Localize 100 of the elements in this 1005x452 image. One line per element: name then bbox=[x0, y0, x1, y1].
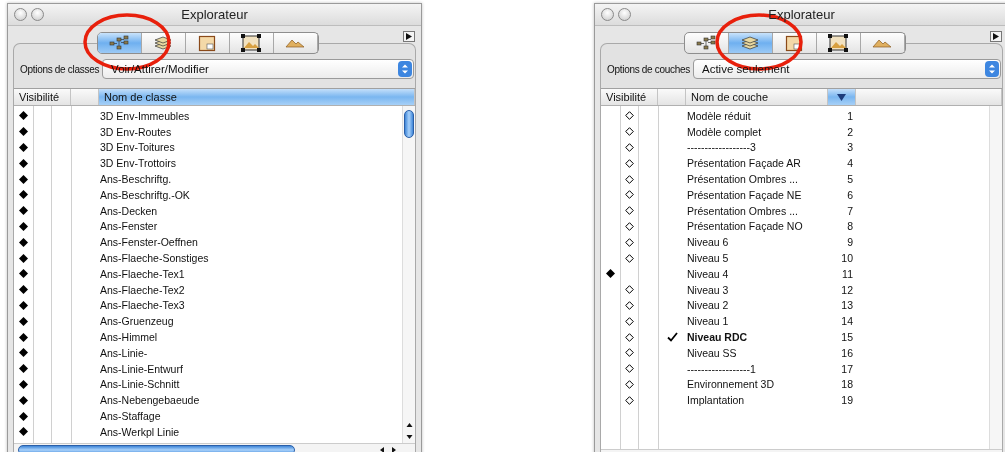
diamond-outline-icon[interactable] bbox=[624, 364, 634, 374]
row-number: 13 bbox=[841, 299, 853, 312]
row-name[interactable]: Niveau 3 bbox=[687, 283, 729, 296]
row-name[interactable]: Ans-Flaeche-Sonstiges bbox=[100, 252, 209, 265]
row-name[interactable]: Modèle complet bbox=[687, 125, 762, 138]
diamond-icon[interactable] bbox=[19, 379, 28, 389]
scrollbar-thumb[interactable] bbox=[404, 110, 414, 138]
diamond-icon[interactable] bbox=[19, 348, 28, 358]
stepper-icon bbox=[985, 61, 999, 77]
row-name[interactable]: Niveau 2 bbox=[687, 299, 729, 312]
diamond-outline-icon[interactable] bbox=[624, 237, 634, 247]
minimize-button[interactable] bbox=[31, 8, 44, 21]
diamond-outline-icon[interactable] bbox=[624, 348, 634, 358]
row-name[interactable]: ------------------1 bbox=[687, 362, 756, 375]
diamond-outline-icon[interactable] bbox=[624, 332, 634, 342]
row-name[interactable]: Niveau 6 bbox=[687, 236, 729, 249]
row-name[interactable]: Présentation Ombres ... bbox=[687, 173, 798, 186]
row-name[interactable]: Modèle réduit bbox=[687, 109, 751, 122]
row-name[interactable]: 3D Env-Trottoirs bbox=[100, 157, 177, 170]
row-name[interactable]: Présentation Façade NE bbox=[687, 188, 802, 201]
row-name[interactable]: Niveau 4 bbox=[687, 267, 729, 280]
row-name[interactable]: Ans-Beschriftg.-OK bbox=[100, 188, 190, 201]
row-name[interactable]: Implantation bbox=[687, 394, 745, 407]
diamond-icon[interactable] bbox=[606, 269, 615, 279]
row-name[interactable]: Niveau 5 bbox=[687, 252, 729, 265]
diamond-icon[interactable] bbox=[19, 127, 28, 137]
scrollbar[interactable] bbox=[989, 106, 1002, 449]
row-name[interactable]: Ans-Gruenzeug bbox=[100, 315, 174, 328]
diamond-icon[interactable] bbox=[19, 143, 28, 152]
diamond-icon[interactable] bbox=[19, 174, 28, 184]
diamond-icon[interactable] bbox=[19, 221, 28, 231]
diamond-icon[interactable] bbox=[19, 111, 28, 121]
row-name[interactable]: Ans-Beschriftg. bbox=[100, 173, 172, 186]
row-name[interactable]: Ans-Himmel bbox=[100, 331, 158, 344]
row-name[interactable]: Présentation Façade AR bbox=[687, 157, 801, 170]
row-name[interactable]: Ans-Decken bbox=[100, 204, 158, 217]
scrollbar-thumb[interactable] bbox=[18, 444, 295, 452]
row-name[interactable]: Ans-Werkpl Linie bbox=[100, 425, 180, 438]
diamond-outline-icon[interactable] bbox=[624, 300, 634, 310]
row-name[interactable]: Ans-Flaeche-Tex1 bbox=[100, 267, 185, 280]
column-header[interactable]: Visibilité bbox=[601, 89, 658, 105]
row-name[interactable]: Ans-Linie-Schnitt bbox=[100, 378, 180, 391]
mountain-icon bbox=[872, 37, 892, 49]
column-header[interactable]: Nom de classe bbox=[99, 89, 415, 105]
diamond-outline-icon[interactable] bbox=[624, 221, 634, 231]
menu-button[interactable] bbox=[403, 31, 415, 42]
diamond-icon[interactable] bbox=[19, 364, 28, 374]
minimize-button[interactable] bbox=[618, 8, 631, 21]
row-name[interactable]: ------------------3 bbox=[687, 141, 756, 154]
row-name[interactable]: Niveau SS bbox=[687, 346, 737, 359]
diamond-outline-icon[interactable] bbox=[624, 379, 634, 389]
diamond-icon[interactable] bbox=[19, 158, 28, 168]
close-button[interactable] bbox=[14, 8, 27, 21]
diamond-icon[interactable] bbox=[19, 206, 28, 216]
row-name[interactable]: Ans-Staffage bbox=[100, 410, 161, 423]
diamond-outline-icon[interactable] bbox=[624, 285, 634, 295]
menu-button[interactable] bbox=[990, 31, 1002, 42]
diamond-outline-icon[interactable] bbox=[624, 111, 634, 121]
diamond-outline-icon[interactable] bbox=[624, 158, 634, 168]
scrollbar[interactable] bbox=[402, 106, 415, 443]
row-number: 1 bbox=[847, 109, 853, 122]
diamond-icon[interactable] bbox=[19, 300, 28, 310]
row-name[interactable]: Ans-Flaeche-Tex2 bbox=[100, 283, 185, 296]
row-name[interactable]: Ans-Flaeche-Tex3 bbox=[100, 299, 185, 312]
diamond-outline-icon[interactable] bbox=[624, 316, 634, 326]
diamond-outline-icon[interactable] bbox=[624, 190, 634, 200]
column-header[interactable]: Visibilité bbox=[14, 89, 71, 105]
row-number: 8 bbox=[847, 220, 853, 233]
diamond-outline-icon[interactable] bbox=[624, 253, 634, 263]
diamond-outline-icon[interactable] bbox=[624, 127, 634, 137]
diamond-icon[interactable] bbox=[19, 332, 28, 342]
diamond-icon[interactable] bbox=[19, 395, 28, 405]
diamond-icon[interactable] bbox=[19, 285, 28, 295]
diamond-icon[interactable] bbox=[19, 190, 28, 200]
sort-column-header[interactable] bbox=[828, 89, 856, 105]
diamond-outline-icon[interactable] bbox=[624, 395, 634, 405]
row-name[interactable]: Environnement 3D bbox=[687, 378, 774, 391]
options-dropdown[interactable]: Voir/Attirer/Modifier bbox=[102, 59, 414, 79]
row-name[interactable]: Ans-Nebengebaeude bbox=[100, 394, 200, 407]
row-name[interactable]: Niveau 1 bbox=[687, 315, 729, 328]
diamond-icon[interactable] bbox=[19, 269, 28, 279]
row-name[interactable]: Niveau RDC bbox=[687, 331, 748, 344]
row-name[interactable]: 3D Env-Immeubles bbox=[100, 109, 190, 122]
row-name[interactable]: Ans-Fenster-Oeffnen bbox=[100, 236, 198, 249]
row-name[interactable]: Ans-Linie-Entwurf bbox=[100, 362, 183, 375]
diamond-outline-icon[interactable] bbox=[624, 174, 634, 184]
diamond-icon[interactable] bbox=[19, 237, 28, 247]
row-name[interactable]: Présentation Façade NO bbox=[687, 220, 803, 233]
row-name[interactable]: Ans-Fenster bbox=[100, 220, 158, 233]
row-name[interactable]: 3D Env-Toitures bbox=[100, 141, 175, 154]
row-name[interactable]: 3D Env-Routes bbox=[100, 125, 172, 138]
close-button[interactable] bbox=[601, 8, 614, 21]
row-name[interactable]: Ans-Linie- bbox=[100, 346, 148, 359]
row-name[interactable]: Présentation Ombres ... bbox=[687, 204, 798, 217]
diamond-icon[interactable] bbox=[19, 411, 28, 421]
diamond-icon[interactable] bbox=[19, 253, 28, 263]
diamond-icon[interactable] bbox=[19, 427, 28, 437]
diamond-outline-icon[interactable] bbox=[624, 143, 634, 152]
diamond-outline-icon[interactable] bbox=[624, 206, 634, 216]
diamond-icon[interactable] bbox=[19, 316, 28, 326]
